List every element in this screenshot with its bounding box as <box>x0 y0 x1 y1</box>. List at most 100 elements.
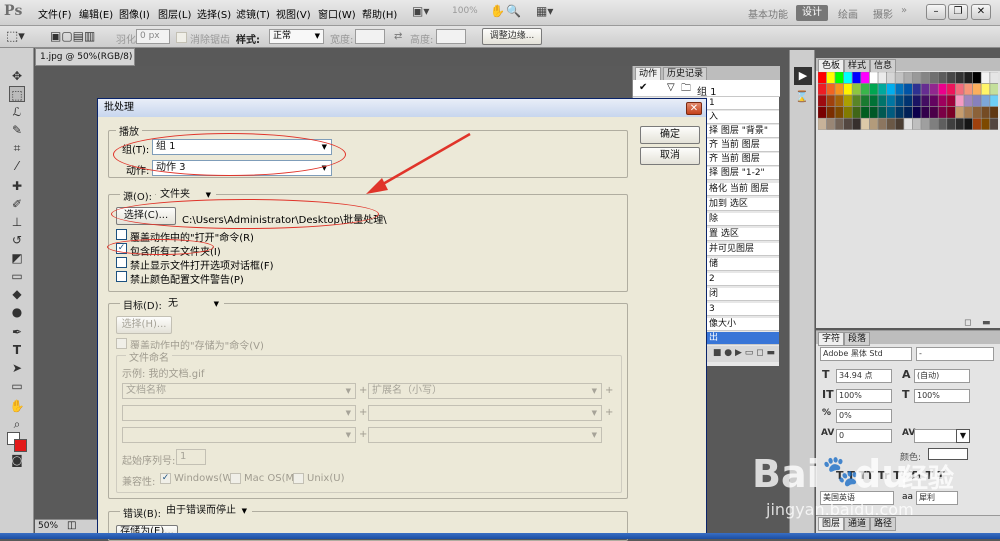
swatch-cell[interactable] <box>852 83 861 95</box>
swatch-cell[interactable] <box>946 118 956 130</box>
swatch-cell[interactable] <box>921 106 930 119</box>
swatch-cell[interactable] <box>921 72 930 84</box>
swatch-cell[interactable] <box>860 83 870 95</box>
minimize-button[interactable]: – <box>926 4 946 20</box>
naming-field-2[interactable]: 扩展名（小写） ▼ <box>368 383 602 399</box>
swap-icon[interactable]: ⇄ <box>394 31 402 42</box>
swatch-cell[interactable] <box>826 95 835 107</box>
gradient-tool-icon[interactable]: ▭ <box>9 268 25 284</box>
swatch-cell[interactable] <box>903 95 913 107</box>
more-workspaces-icon[interactable]: » <box>901 5 907 16</box>
zoom-readout[interactable]: 50% <box>38 521 58 531</box>
horizontal-scale-field[interactable]: 100% <box>914 389 970 403</box>
menu-view[interactable]: 视图(V) <box>276 6 311 21</box>
swatch-cell[interactable] <box>912 72 921 84</box>
leading-field[interactable]: (自动) <box>914 369 970 383</box>
menu-layer[interactable]: 图层(L) <box>158 6 191 21</box>
swatch-cell[interactable] <box>929 83 939 95</box>
compat-mac-checkbox[interactable] <box>230 473 241 484</box>
swatch-cell[interactable] <box>912 95 921 107</box>
swatch-cell[interactable] <box>989 72 998 84</box>
trash-icon[interactable]: ▬ <box>982 318 991 328</box>
naming-field-5[interactable]: ▼ <box>122 427 356 443</box>
action-set-row[interactable]: ✔ ▽ 🗀 组 1 <box>633 80 780 98</box>
swatch-cell[interactable] <box>895 95 904 107</box>
kerning-field[interactable]: 0 <box>836 429 892 443</box>
swatch-cell[interactable] <box>860 118 870 130</box>
swatch-cell[interactable] <box>912 106 921 119</box>
swatch-grid[interactable] <box>818 72 998 136</box>
menu-file[interactable]: 文件(F) <box>38 6 72 21</box>
override-open-checkbox[interactable] <box>116 229 127 240</box>
actions-play-icon[interactable]: ▶ <box>794 67 812 85</box>
swatch-cell[interactable] <box>895 118 904 130</box>
compat-windows-checkbox[interactable]: ✓ <box>160 473 171 484</box>
arrange-documents-icon[interactable]: ▦▾ <box>536 4 553 18</box>
swatch-cell[interactable] <box>938 83 947 95</box>
status-info-icon[interactable]: ◫ <box>67 520 76 531</box>
action-item[interactable]: 3 <box>707 303 779 316</box>
record-icon[interactable]: ● <box>724 348 732 358</box>
new-swatch-icon[interactable]: ◻ <box>964 318 971 328</box>
menu-window[interactable]: 窗口(W) <box>318 6 356 21</box>
swatch-cell[interactable] <box>929 72 939 84</box>
swatch-cell[interactable] <box>878 106 887 119</box>
shape-tool-icon[interactable]: ▭ <box>9 378 25 394</box>
trash-icon[interactable]: ▬ <box>766 348 775 358</box>
marquee-preset-icon[interactable]: ⬚▾ <box>6 29 25 44</box>
swatch-cell[interactable] <box>835 72 844 84</box>
action-item[interactable]: 入 <box>707 111 779 124</box>
chevron-down-icon[interactable]: ▼ <box>956 429 970 443</box>
swatch-cell[interactable] <box>852 118 861 130</box>
action-item[interactable]: 并可见图层 <box>707 243 779 256</box>
swatch-cell[interactable] <box>826 83 835 95</box>
menu-select[interactable]: 选择(S) <box>197 6 231 21</box>
swatch-cell[interactable] <box>869 118 878 130</box>
naming-field-4[interactable]: ▼ <box>368 405 602 421</box>
swatch-cell[interactable] <box>860 95 870 107</box>
swatch-cell[interactable] <box>835 83 844 95</box>
checkmark-icon[interactable]: ✔ <box>639 82 647 93</box>
suppress-open-dialog-checkbox[interactable] <box>116 257 127 268</box>
healing-brush-tool-icon[interactable]: ✚ <box>9 178 25 194</box>
menu-help[interactable]: 帮助(H) <box>362 6 397 21</box>
new-action-icon[interactable]: ◻ <box>756 348 763 358</box>
action-item[interactable]: 加到 选区 <box>707 198 779 211</box>
zoom-level-menubar[interactable]: 100% <box>452 6 478 16</box>
swatch-cell[interactable] <box>972 83 982 95</box>
choose-destination-button[interactable]: 选择(H)... <box>116 316 172 334</box>
swatch-cell[interactable] <box>981 72 990 84</box>
swatch-cell[interactable] <box>818 83 827 95</box>
swatch-cell[interactable] <box>895 106 904 119</box>
swatch-cell[interactable] <box>938 118 947 130</box>
action-item[interactable]: 择 图层 "1-2" <box>707 167 779 180</box>
tab-actions[interactable]: 动作 <box>635 67 662 81</box>
dialog-close-button[interactable]: ✕ <box>686 102 702 115</box>
swatch-cell[interactable] <box>989 83 998 95</box>
suppress-profile-warning-checkbox[interactable] <box>116 271 127 282</box>
action-item[interactable]: 2 <box>707 273 779 286</box>
brush-tool-icon[interactable]: ✐ <box>9 196 25 212</box>
swatch-cell[interactable] <box>929 118 939 130</box>
swatch-cell[interactable] <box>818 118 827 130</box>
action-item[interactable]: 1 <box>707 97 779 110</box>
menu-filter[interactable]: 滤镜(T) <box>236 6 270 21</box>
swatch-cell[interactable] <box>938 106 947 119</box>
swatch-cell[interactable] <box>818 95 827 107</box>
override-save-checkbox[interactable] <box>116 338 127 349</box>
swatch-cell[interactable] <box>886 83 896 95</box>
swatch-cell[interactable] <box>843 118 853 130</box>
width-input[interactable] <box>355 29 385 44</box>
action-item[interactable]: 储 <box>707 258 779 271</box>
menu-edit[interactable]: 编辑(E) <box>79 6 113 21</box>
action-item[interactable]: 置 选区 <box>707 228 779 241</box>
swatch-cell[interactable] <box>903 83 913 95</box>
blur-tool-icon[interactable]: ◆ <box>9 286 25 302</box>
swatch-cell[interactable] <box>964 106 973 119</box>
errors-select[interactable]: 由于错误而停止 ▼ <box>162 503 252 519</box>
swatch-cell[interactable] <box>878 72 887 84</box>
swatch-cell[interactable] <box>852 106 861 119</box>
ok-button[interactable]: 确定 <box>640 126 700 144</box>
workspace-basic[interactable]: 基本功能 <box>748 6 788 21</box>
swatch-cell[interactable] <box>878 83 887 95</box>
